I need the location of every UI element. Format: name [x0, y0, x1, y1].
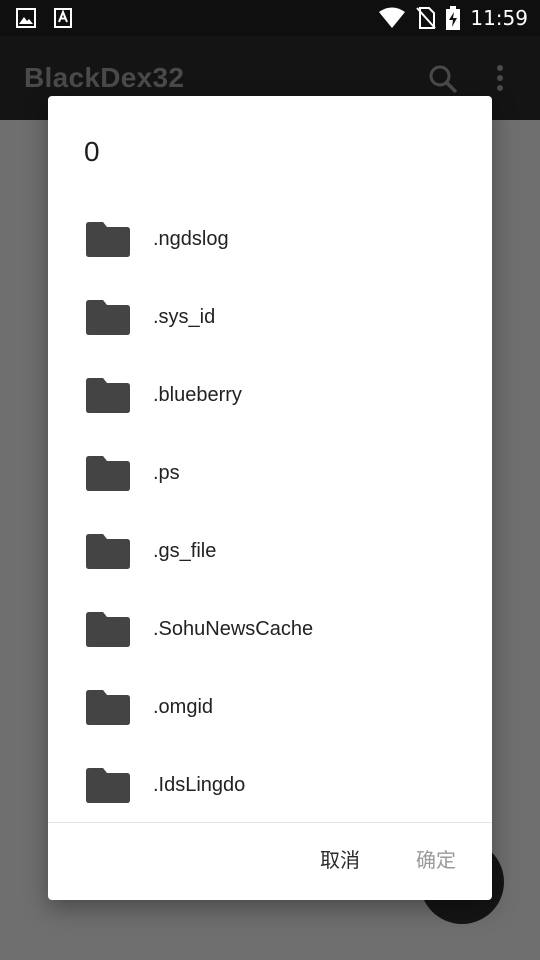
list-item[interactable]: .IdsLingdo	[48, 748, 492, 818]
folder-name: .ps	[153, 462, 180, 484]
image-notification-icon	[16, 8, 36, 28]
folder-icon	[85, 454, 131, 492]
wifi-icon	[378, 7, 406, 29]
folder-name: .SohuNewsCache	[153, 618, 314, 640]
dialog-divider	[48, 822, 492, 823]
dialog-title: 0	[84, 136, 100, 167]
app-title: BlackDex32	[24, 62, 185, 93]
status-time: 11:59	[470, 6, 528, 30]
list-item[interactable]: .gs_file	[48, 514, 492, 592]
list-item[interactable]: .SohuNewsCache	[48, 592, 492, 670]
folder-icon	[85, 298, 131, 336]
status-bar: 11:59	[0, 0, 540, 36]
list-item[interactable]: .blueberry	[48, 358, 492, 436]
folder-icon	[85, 532, 131, 570]
folder-icon	[85, 766, 131, 804]
list-item[interactable]: .sys_id	[48, 280, 492, 358]
battery-charging-icon	[446, 6, 461, 30]
font-notification-icon	[54, 8, 72, 28]
folder-name: .ngdslog	[153, 228, 229, 250]
cancel-button[interactable]: 取消	[312, 838, 368, 882]
folder-name: .omgid	[153, 696, 214, 718]
list-item[interactable]: .ps	[48, 436, 492, 514]
folder-name: .sys_id	[153, 306, 216, 328]
folder-name: .gs_file	[153, 540, 217, 562]
folder-name: .blueberry	[153, 384, 242, 406]
no-sim-icon	[416, 6, 437, 30]
list-item[interactable]: .ngdslog	[48, 202, 492, 280]
folder-icon	[85, 688, 131, 726]
folder-name: .IdsLingdo	[153, 774, 246, 796]
folder-list[interactable]: .ngdslog .sys_id .blueberry .ps .gs_file .Soh…	[48, 202, 492, 818]
folder-picker-dialog: 0 .ngdslog .sys_id .blueberry .ps .gs_file .S…	[48, 96, 492, 900]
folder-icon	[85, 220, 131, 258]
list-item[interactable]: .omgid	[48, 670, 492, 748]
folder-icon	[85, 376, 131, 414]
more-vert-icon[interactable]	[496, 64, 504, 92]
ok-button[interactable]: 确定	[408, 838, 464, 882]
folder-icon	[85, 610, 131, 648]
search-icon[interactable]	[428, 64, 458, 94]
